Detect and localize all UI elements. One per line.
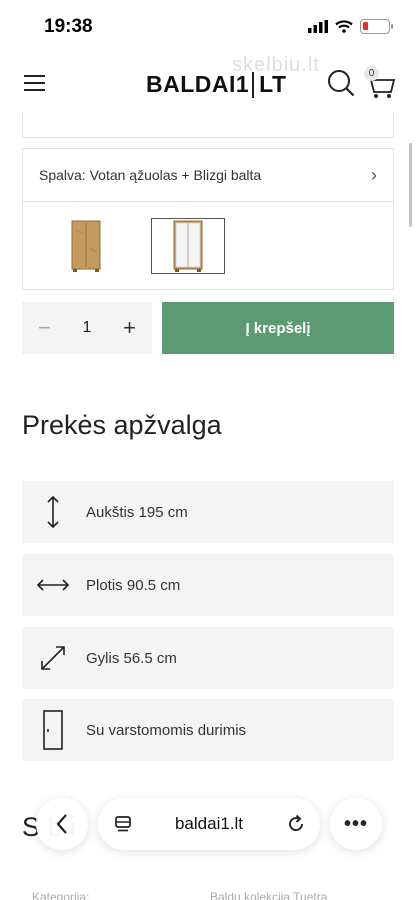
- back-button[interactable]: [36, 798, 88, 850]
- white-wardrobe-image: [173, 220, 203, 272]
- color-selector: Spalva: Votan ąžuolas + Blizgi balta ›: [22, 148, 394, 290]
- more-options-button[interactable]: •••: [330, 798, 382, 850]
- chevron-right-icon: ›: [371, 164, 377, 185]
- status-bar: 19:38: [0, 0, 416, 52]
- tabs-menu-icon[interactable]: [114, 816, 132, 832]
- logo-divider: [252, 71, 255, 98]
- more-icon: •••: [343, 812, 368, 835]
- chevron-left-icon: [56, 814, 67, 834]
- quantity-value[interactable]: 1: [83, 319, 92, 337]
- feature-width: Plotis 90.5 cm: [22, 554, 394, 616]
- color-swatches: [23, 202, 393, 290]
- feature-height: Aukštis 195 cm: [22, 481, 394, 543]
- oak-wardrobe-image: [71, 220, 101, 272]
- quantity-increase-button[interactable]: +: [123, 315, 136, 341]
- quantity-stepper: − 1 +: [22, 302, 152, 354]
- swatch-oak-wardrobe[interactable]: [49, 218, 123, 274]
- site-header: skelbiu.lt BALDAI1 LT 0: [0, 52, 416, 114]
- quantity-decrease-button[interactable]: −: [38, 315, 51, 341]
- battery-icon: [360, 19, 393, 34]
- search-icon[interactable]: [327, 69, 355, 97]
- scroll-indicator: [409, 143, 412, 227]
- door-icon: [43, 710, 63, 750]
- cart-count-badge: 0: [364, 66, 379, 81]
- status-icons: [308, 19, 393, 34]
- swatch-white-wardrobe-selected[interactable]: [151, 218, 225, 274]
- status-time: 19:38: [44, 16, 93, 37]
- address-bar[interactable]: baldai1.lt: [98, 798, 320, 850]
- color-label: Spalva:: [39, 167, 86, 183]
- depth-arrow-icon: [41, 646, 65, 670]
- feature-width-label: Plotis 90.5 cm: [86, 576, 181, 594]
- cart-button[interactable]: 0: [362, 64, 396, 100]
- footer-category-label: Kategorija:: [32, 890, 90, 900]
- previous-option-box[interactable]: [22, 114, 394, 138]
- feature-height-label: Aukštis 195 cm: [86, 503, 188, 521]
- site-logo[interactable]: BALDAI1 LT: [146, 71, 287, 98]
- overview-title: Prekės apžvalga: [22, 410, 222, 440]
- reload-icon[interactable]: [286, 814, 306, 834]
- logo-left: BALDAI1: [146, 71, 250, 97]
- width-arrow-icon: [36, 579, 70, 591]
- footer-collection-label: Baldų kolekcija Tuetra: [210, 890, 328, 900]
- color-value: Votan ąžuolas + Blizgi balta: [89, 167, 262, 183]
- feature-door-label: Su varstomomis durimis: [86, 721, 247, 739]
- add-to-cart-button[interactable]: Į krepšelį: [162, 302, 394, 354]
- logo-right: LT: [259, 71, 287, 97]
- wifi-icon: [335, 20, 353, 33]
- feature-depth: Gylis 56.5 cm: [22, 627, 394, 689]
- feature-door: Su varstomomis durimis: [22, 699, 394, 761]
- height-arrow-icon: [47, 495, 59, 529]
- feature-depth-label: Gylis 56.5 cm: [86, 649, 177, 667]
- cellular-signal-icon: [308, 20, 328, 33]
- menu-icon[interactable]: [24, 75, 45, 96]
- color-label-wrap: Spalva: Votan ąžuolas + Blizgi balta: [39, 167, 261, 183]
- url-text: baldai1.lt: [174, 814, 244, 833]
- browser-toolbar: baldai1.lt •••: [36, 788, 382, 862]
- color-option-row[interactable]: Spalva: Votan ąžuolas + Blizgi balta ›: [23, 149, 393, 202]
